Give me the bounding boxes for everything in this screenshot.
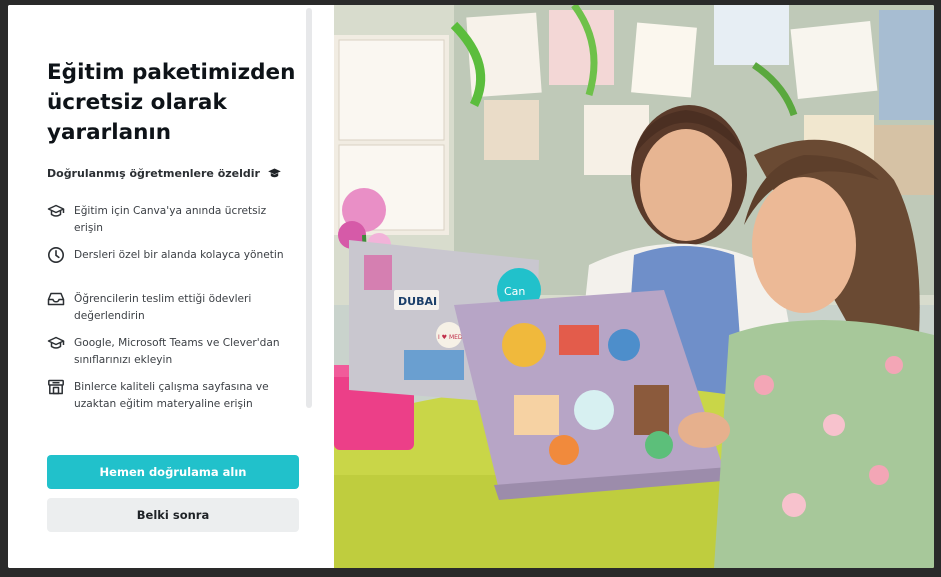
feature-item-worksheets: Binlerce kaliteli çalışma sayfasına ve u… [47,379,287,413]
feature-text: Eğitim için Canva'ya anında ücretsiz eri… [74,205,267,234]
get-verified-button[interactable]: Hemen doğrulama alın [47,455,299,489]
graduation-cap-icon [47,202,65,220]
modal-content-panel: Eğitim paketimizden ücretsiz olarak yara… [8,5,334,568]
sticker-love-med: I ♥ MED [438,334,463,341]
feature-text: Google, Microsoft Teams ve Clever'dan sı… [74,337,280,366]
subtitle-text: Doğrulanmış öğretmenlere özeldir [47,167,260,180]
modal-subtitle: Doğrulanmış öğretmenlere özeldir [47,167,281,182]
maybe-later-button[interactable]: Belki sonra [47,498,299,532]
scrollbar[interactable] [306,8,312,408]
sticker-dubai: DUBAI [398,295,437,308]
verification-modal: Eğitim paketimizden ücretsiz olarak yara… [8,5,934,568]
feature-item-grade-assignments: Öğrencilerin teslim ettiği ödevleri değe… [47,291,287,325]
classroom-illustration: DUBAI Can I ♥ MED [334,5,934,568]
feature-text: Öğrencilerin teslim ettiği ödevleri değe… [74,293,252,322]
feature-text: Binlerce kaliteli çalışma sayfasına ve u… [74,381,269,410]
feature-item-manage-lessons: Dersleri özel bir alanda kolayca yönetin [47,247,287,264]
archive-box-icon [47,378,65,396]
sticker-canva: Can [504,285,525,298]
feature-text: Dersleri özel bir alanda kolayca yönetin [74,249,284,261]
graduation-cap-icon [47,334,65,352]
graduation-cap-icon [268,168,281,182]
scroll-fade-overlay [8,415,306,449]
feature-item-import-classes: Google, Microsoft Teams ve Clever'dan sı… [47,335,287,369]
classroom-photo: DUBAI Can I ♥ MED [334,5,934,568]
screen-frame: Eğitim paketimizden ücretsiz olarak yara… [0,0,941,577]
inbox-tray-icon [47,290,65,308]
clock-icon [47,246,65,264]
modal-title: Eğitim paketimizden ücretsiz olarak yara… [47,60,296,145]
feature-item-free-access: Eğitim için Canva'ya anında ücretsiz eri… [47,203,287,237]
